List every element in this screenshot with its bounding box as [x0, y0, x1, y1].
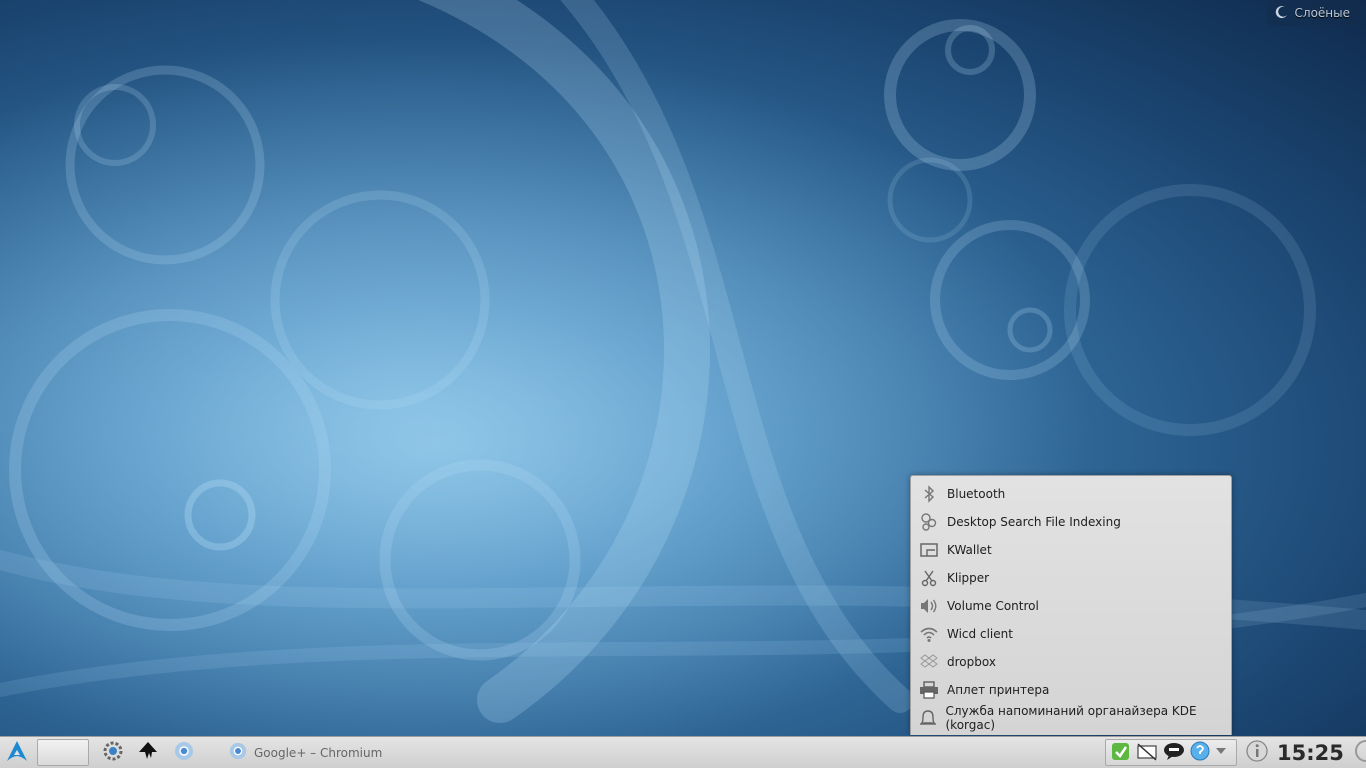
digital-clock[interactable]: 15:25: [1277, 738, 1344, 767]
chromium-launcher[interactable]: [170, 739, 197, 766]
scissors-icon: [917, 566, 941, 590]
bell-icon: [917, 706, 940, 730]
tray-item-klipper[interactable]: Klipper: [911, 564, 1231, 592]
system-tray-popup: Bluetooth Desktop Search File Indexing K…: [910, 475, 1232, 735]
notifications-button[interactable]: [1243, 739, 1270, 766]
wifi-icon: [917, 622, 941, 646]
tray-item-printer-applet[interactable]: Аплет принтера: [911, 676, 1231, 704]
chromium-icon: [173, 740, 195, 766]
crescent-icon: [1275, 5, 1289, 22]
system-tray: [1105, 739, 1237, 766]
bluetooth-icon: [917, 482, 941, 506]
cashew-icon: [1348, 738, 1366, 768]
tray-item-label: Bluetooth: [947, 487, 1006, 501]
arch-logo-icon: [6, 740, 28, 766]
application-launcher-button[interactable]: [4, 739, 30, 766]
task-google-plus-chromium[interactable]: Google+ – Chromium: [222, 739, 388, 766]
gear-icon: [102, 740, 124, 766]
tray-item-label: Desktop Search File Indexing: [947, 515, 1121, 529]
tray-item-label: Аплет принтера: [947, 683, 1050, 697]
info-icon: [1245, 739, 1269, 767]
chromium-icon: [228, 741, 248, 764]
activity-toolbox-button[interactable]: Слоёные: [1266, 0, 1360, 26]
taskbar-panel: Google+ – Chromium 15:25: [0, 736, 1366, 768]
panel-toolbox-button[interactable]: [1348, 739, 1366, 766]
tray-item-volume-control[interactable]: Volume Control: [911, 592, 1231, 620]
chat-bubble-icon[interactable]: [1162, 740, 1186, 766]
dropbox-icon: [917, 650, 941, 674]
activity-label: Слоёные: [1294, 6, 1350, 20]
tray-item-desktop-search[interactable]: Desktop Search File Indexing: [911, 508, 1231, 536]
updates-shield-icon[interactable]: [1110, 740, 1132, 766]
inkscape-icon: [137, 740, 159, 766]
tray-item-label: Klipper: [947, 571, 990, 585]
wallet-icon: [917, 538, 941, 562]
tray-item-korgac[interactable]: Служба напоминаний органайзера KDE (korg…: [911, 704, 1231, 732]
network-disconnected-icon[interactable]: [1135, 740, 1159, 766]
tray-item-wicd-client[interactable]: Wicd client: [911, 620, 1231, 648]
printer-icon: [917, 678, 941, 702]
tray-item-dropbox[interactable]: dropbox: [911, 648, 1231, 676]
chevron-down-icon[interactable]: [1214, 743, 1228, 762]
tray-item-bluetooth[interactable]: Bluetooth: [911, 480, 1231, 508]
inkscape-launcher[interactable]: [134, 739, 161, 766]
tray-item-label: Wicd client: [947, 627, 1013, 641]
tray-item-label: Volume Control: [947, 599, 1039, 613]
task-title: Google+ – Chromium: [254, 745, 383, 760]
system-settings-launcher[interactable]: [99, 739, 126, 766]
notification-info-icon[interactable]: [1189, 740, 1211, 766]
tray-item-label: KWallet: [947, 543, 992, 557]
speaker-icon: [917, 594, 941, 618]
tray-item-label: dropbox: [947, 655, 996, 669]
virtual-desktop-pager[interactable]: [37, 739, 89, 766]
tray-item-label: Служба напоминаний органайзера KDE (korg…: [945, 704, 1197, 732]
search-indexing-icon: [917, 510, 941, 534]
tray-item-kwallet[interactable]: KWallet: [911, 536, 1231, 564]
